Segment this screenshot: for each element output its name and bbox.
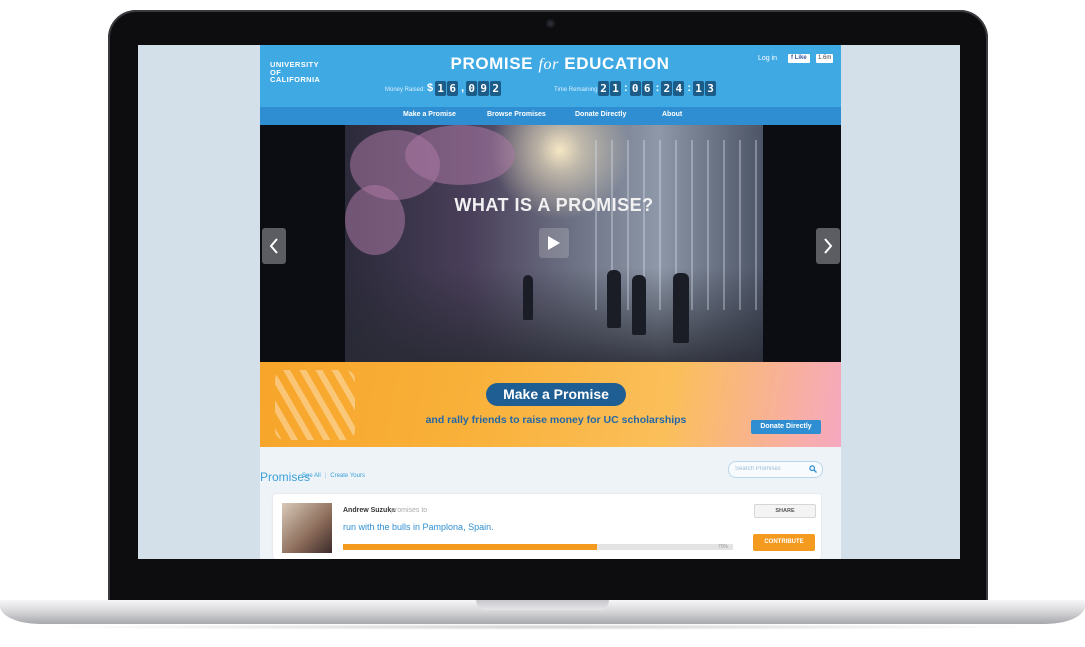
title-for: for: [538, 56, 559, 73]
counter-separator: :: [655, 82, 660, 94]
time-remaining-label: Time Remaining:: [554, 87, 600, 93]
counter-digit: 1: [435, 81, 447, 96]
pedestrian: [523, 275, 533, 320]
counter-digit: 2: [490, 81, 502, 96]
counter-digit: 1: [693, 81, 705, 96]
nav-browse-promises[interactable]: Browse Promises: [487, 111, 546, 118]
title-part-1: PROMISE: [450, 54, 534, 73]
create-yours-link[interactable]: Create Yours: [330, 473, 365, 479]
contribute-button[interactable]: CONTRIBUTE: [753, 534, 815, 551]
money-raised-label: Money Raised:: [385, 87, 426, 93]
carousel-prev-button[interactable]: [262, 228, 286, 264]
counter-digit: 0: [466, 81, 478, 96]
hero-carousel: WHAT IS A PROMISE?: [260, 125, 841, 362]
counter-separator: :: [624, 82, 628, 94]
make-a-promise-button[interactable]: Make a Promise: [486, 383, 626, 406]
screen-bezel-bottom: [138, 559, 960, 602]
uc-logo[interactable]: UNIVERSITY OF CALIFORNIA: [270, 61, 320, 84]
main-nav: Make a Promise Browse Promises Donate Di…: [260, 107, 841, 125]
tree-blossom: [405, 125, 515, 185]
promo-graphic: [275, 370, 355, 440]
progress-label: 70%: [718, 544, 729, 550]
time-remaining-counter: 2 1 : 0 6 : 2 4 : 1 3: [598, 81, 717, 96]
site-title: PROMISE for EDUCATION: [410, 54, 710, 74]
counter-digit: 6: [641, 81, 653, 96]
progress-bar: [343, 544, 733, 550]
campus-photo: WHAT IS A PROMISE?: [345, 125, 763, 362]
chevron-right-icon: [824, 238, 833, 254]
progress-fill: [343, 544, 597, 550]
counter-digit: 2: [598, 81, 609, 96]
see-all-link[interactable]: See All: [302, 473, 321, 479]
currency-sign: $: [427, 82, 434, 94]
counter-digit: 1: [610, 81, 621, 96]
facebook-like-count: 1.6m: [816, 54, 834, 63]
pedestrian: [607, 270, 621, 328]
laptop-screen: UNIVERSITY OF CALIFORNIA PROMISE for EDU…: [138, 45, 960, 559]
counter-separator: ,: [461, 82, 465, 94]
search-icon[interactable]: [809, 465, 817, 473]
search-promises-box: [728, 461, 823, 478]
laptop-shadow: [30, 624, 1055, 630]
logo-line: CALIFORNIA: [270, 75, 321, 84]
promise-text[interactable]: run with the bulls in Pamplona, Spain.: [343, 522, 494, 532]
avatar[interactable]: [282, 503, 332, 553]
carousel-next-button[interactable]: [816, 228, 840, 264]
website: UNIVERSITY OF CALIFORNIA PROMISE for EDU…: [260, 45, 841, 559]
promises-links: See All | Create Yours: [302, 473, 365, 479]
counter-digit: 0: [629, 81, 641, 96]
promise-verb: promises to: [391, 507, 428, 514]
facebook-like-button[interactable]: f Like: [788, 54, 810, 63]
promo-banner: Make a Promise and rally friends to rais…: [260, 362, 841, 447]
site-header: UNIVERSITY OF CALIFORNIA PROMISE for EDU…: [260, 45, 841, 107]
counter-digit: 6: [447, 81, 459, 96]
user-name[interactable]: Andrew Suzuka: [343, 507, 395, 514]
nav-donate-directly[interactable]: Donate Directly: [575, 111, 626, 118]
hero-title: WHAT IS A PROMISE?: [454, 195, 654, 215]
link-separator: |: [324, 473, 327, 479]
donate-directly-button[interactable]: Donate Directly: [751, 420, 821, 434]
nav-make-a-promise[interactable]: Make a Promise: [403, 111, 456, 118]
facebook-icon: f: [791, 55, 793, 61]
login-link[interactable]: Log in: [758, 55, 777, 62]
nav-about[interactable]: About: [662, 111, 682, 118]
pedestrian: [673, 273, 689, 343]
counter-digit: 3: [705, 81, 717, 96]
pedestrian: [632, 275, 646, 335]
title-part-2: EDUCATION: [564, 54, 670, 73]
promise-card[interactable]: Andrew Suzuka promises to run with the b…: [273, 494, 821, 559]
laptop-notch: [476, 600, 609, 610]
like-label: Like: [794, 55, 807, 61]
play-icon: [548, 236, 560, 250]
counter-separator: :: [687, 82, 692, 94]
counter-digit: 2: [661, 81, 673, 96]
search-input[interactable]: [735, 464, 807, 474]
chevron-left-icon: [269, 238, 278, 254]
share-button[interactable]: SHARE: [754, 504, 816, 518]
camera-icon: [546, 19, 555, 28]
counter-digit: 9: [478, 81, 490, 96]
counter-digit: 4: [673, 81, 685, 96]
play-button[interactable]: [539, 228, 569, 258]
money-raised-counter: $ 1 6 , 0 9 2: [425, 81, 502, 96]
